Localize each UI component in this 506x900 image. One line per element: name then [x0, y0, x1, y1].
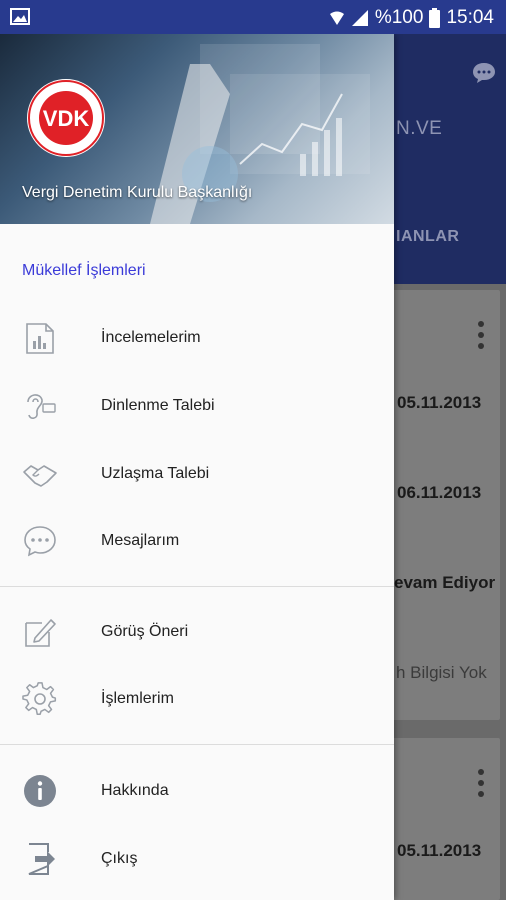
menu-item-label: Görüş Öneri — [101, 623, 189, 640]
report-icon — [26, 323, 54, 354]
menu-item-cikis[interactable]: Çıkış — [0, 829, 394, 889]
signal-icon — [351, 10, 368, 26]
background-tab: IANLAR — [396, 228, 460, 245]
exit-icon — [28, 843, 55, 875]
menu-divider — [0, 744, 394, 745]
info-icon — [24, 775, 56, 807]
menu-item-label: Hakkında — [101, 782, 169, 799]
menu-item-label: Mesajlarım — [101, 532, 180, 549]
logo-text: VDK — [43, 106, 90, 131]
menu-item-uzlasma-talebi[interactable]: Uzlaşma Talebi — [0, 444, 394, 504]
wifi-icon — [329, 11, 344, 25]
chat-bubble-icon — [24, 526, 56, 557]
menu-item-label: Dinlenme Talebi — [101, 397, 215, 414]
navigation-drawer: VDK Vergi Denetim Kurulu Başkanlığı Müke… — [0, 34, 394, 900]
clock: 15:04 — [446, 7, 494, 28]
more-vert-icon — [478, 769, 484, 797]
edit-icon — [25, 619, 56, 647]
battery-icon — [429, 8, 441, 28]
chat-icon — [473, 63, 495, 83]
menu-item-dinlenme-talebi[interactable]: Dinlenme Talebi — [0, 376, 394, 436]
status-bar: %100 15:04 — [0, 0, 506, 34]
organization-title: Vergi Denetim Kurulu Başkanlığı — [22, 184, 253, 201]
menu-item-islemlerim[interactable]: İşlemlerim — [0, 669, 394, 729]
handshake-icon — [23, 465, 57, 487]
background-title: N.VE — [396, 118, 443, 139]
menu-item-label: İşlemlerim — [101, 690, 174, 707]
menu-item-hakkinda[interactable]: Hakkında — [0, 761, 394, 821]
menu-item-gorus-oneri[interactable]: Görüş Öneri — [0, 602, 394, 662]
vdk-logo: VDK — [27, 79, 105, 157]
section-title: Mükellef İşlemleri — [22, 262, 146, 279]
background-row-text: 06.11.2013 — [397, 483, 482, 502]
hearing-icon — [27, 394, 56, 419]
battery-percent: %100 — [374, 7, 424, 28]
menu-item-label: Uzlaşma Talebi — [101, 465, 210, 482]
menu-item-label: İncelemelerim — [101, 329, 201, 346]
background-row-text: evam Ediyor — [394, 573, 496, 592]
drawer-header: VDK Vergi Denetim Kurulu Başkanlığı — [0, 34, 394, 224]
settings-gear-icon — [22, 682, 57, 715]
menu-item-label: Çıkış — [101, 850, 138, 867]
menu-item-mesajlarim[interactable]: Mesajlarım — [0, 511, 394, 571]
background-row-text: h Bilgisi Yok — [396, 663, 487, 682]
background-row-text: 05.11.2013 — [397, 841, 482, 860]
gallery-notification-icon — [10, 8, 30, 25]
more-vert-icon — [478, 321, 484, 349]
menu-divider — [0, 586, 394, 587]
menu-item-incelemelerim[interactable]: İncelemelerim — [0, 308, 394, 368]
background-row-text: 05.11.2013 — [397, 393, 482, 412]
